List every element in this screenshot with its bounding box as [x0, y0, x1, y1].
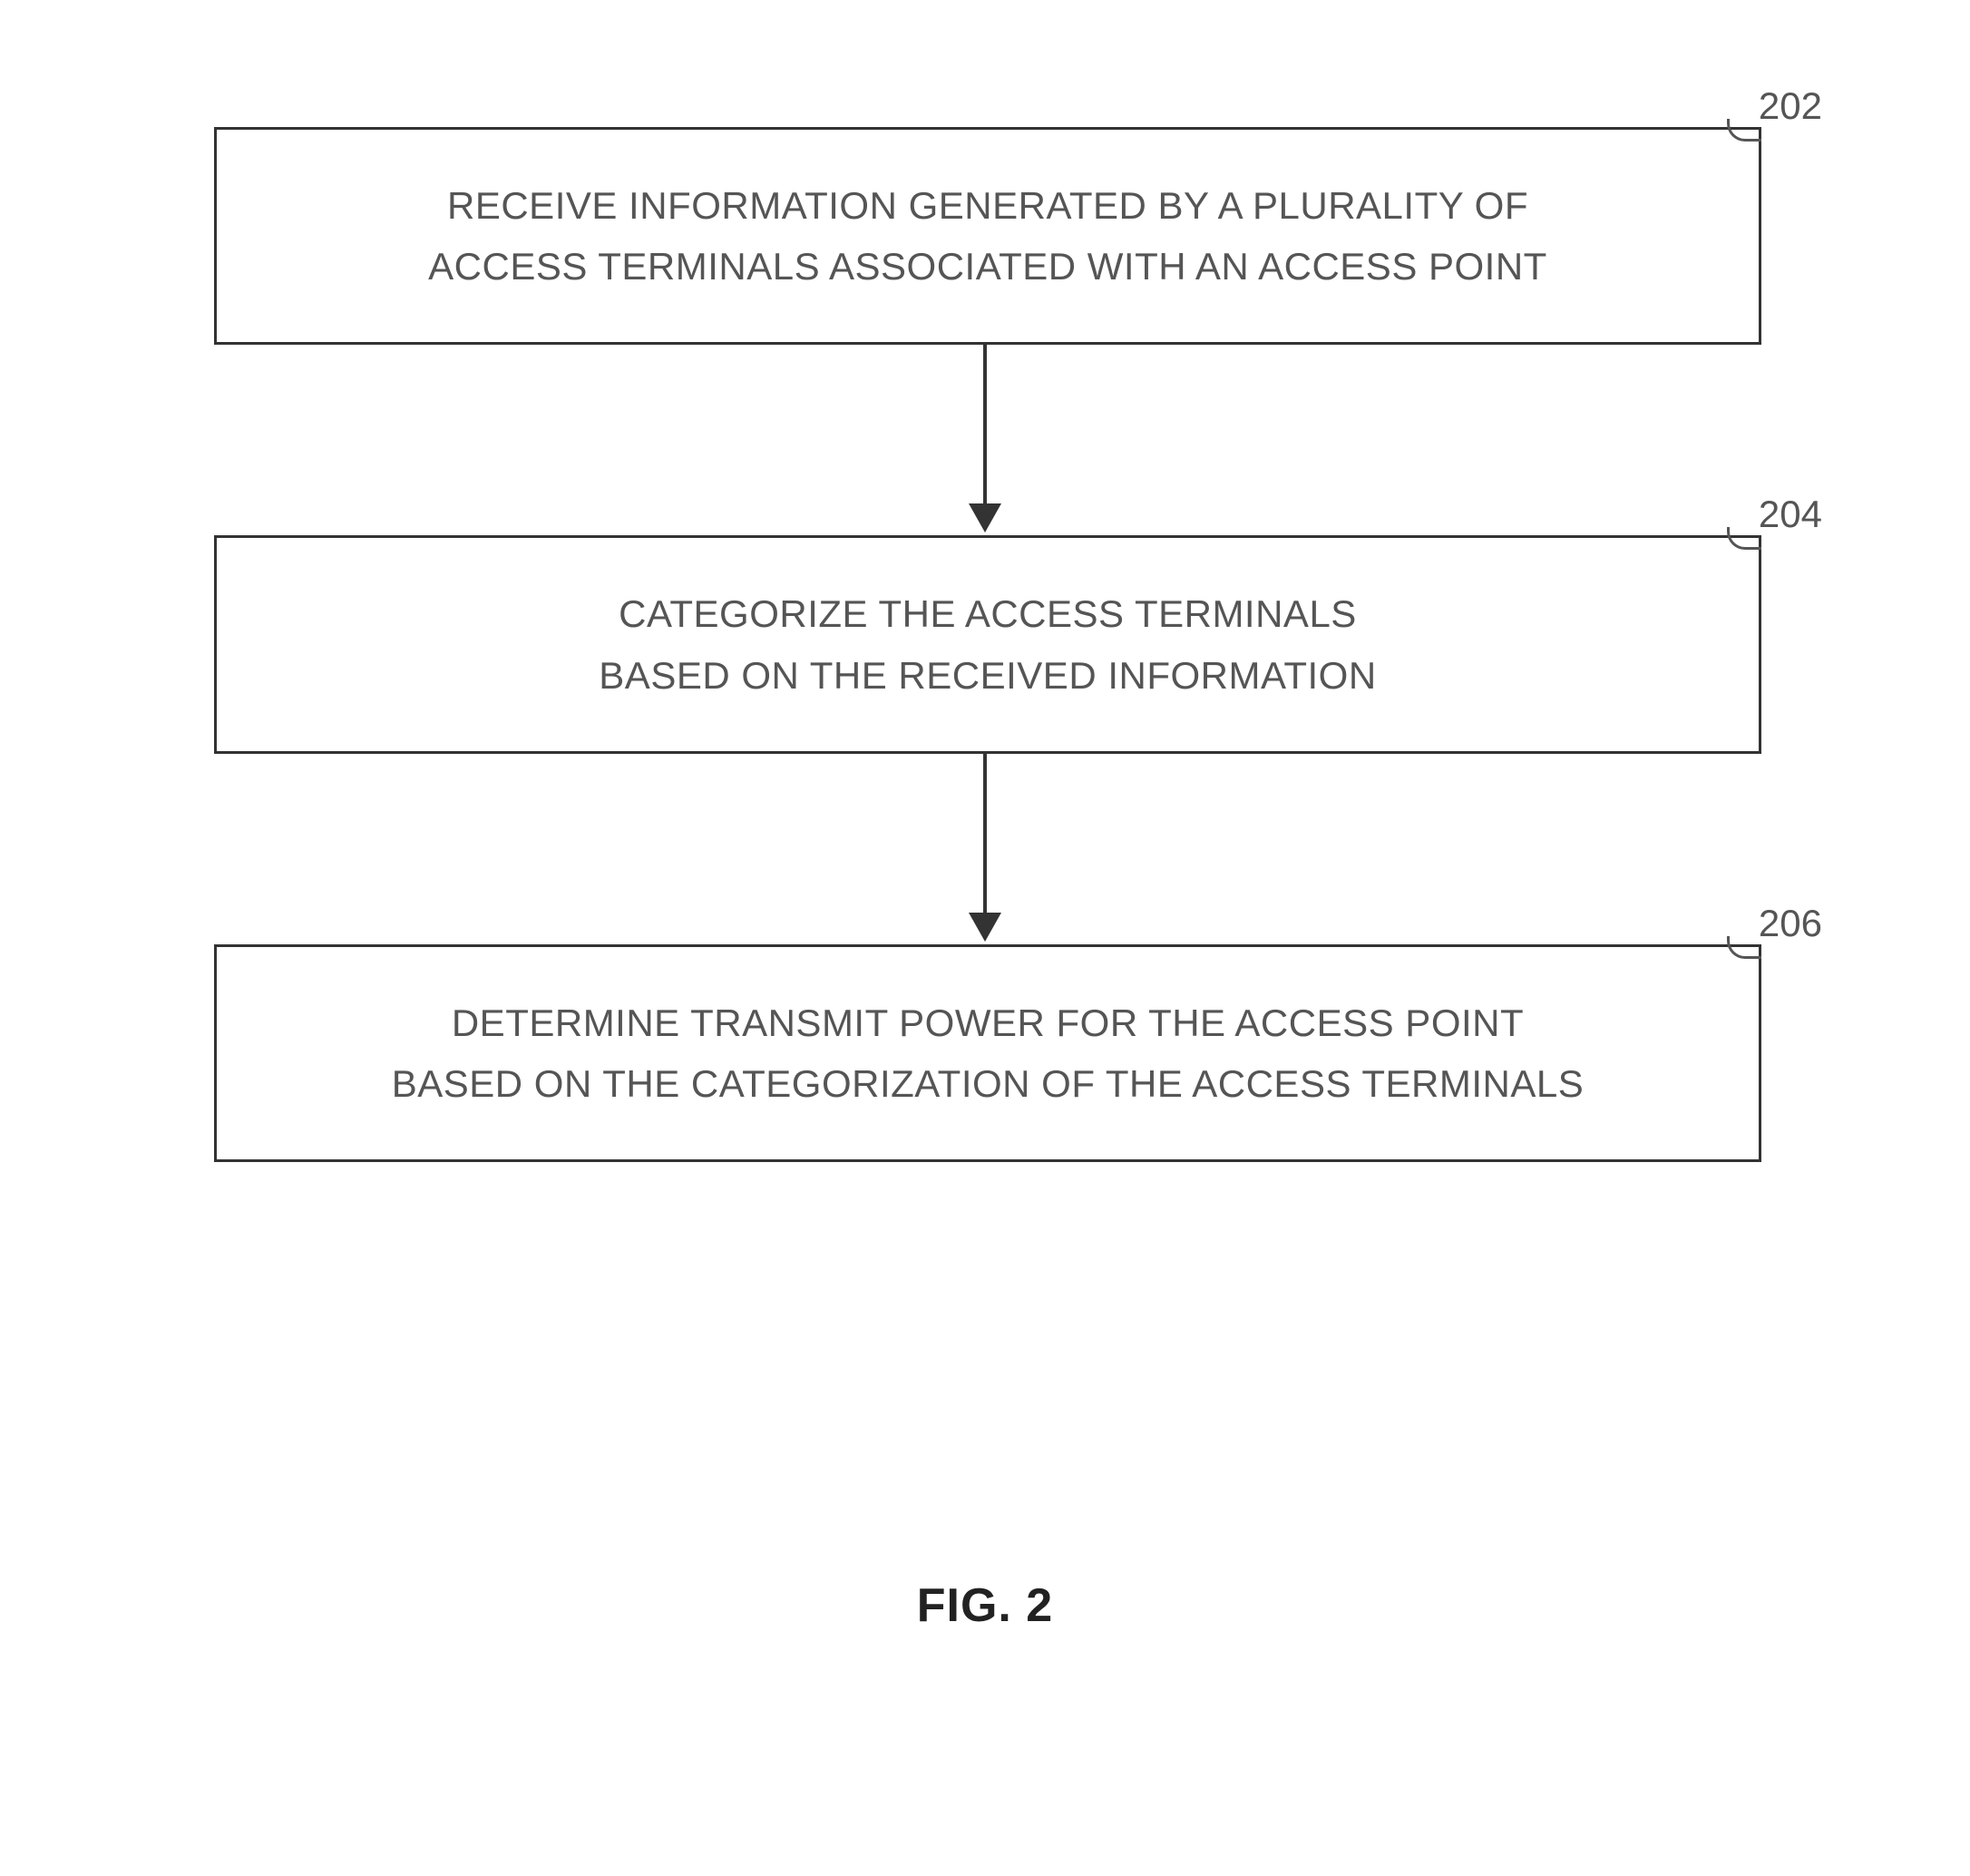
- step-line: RECEIVE INFORMATION GENERATED BY A PLURA…: [447, 184, 1528, 227]
- arrow-head-icon: [969, 503, 1001, 533]
- step-label: 202: [1759, 84, 1822, 128]
- arrow-line: [983, 754, 987, 917]
- flowchart: 202 RECEIVE INFORMATION GENERATED BY A P…: [214, 127, 1756, 1162]
- step-label: 204: [1759, 493, 1822, 536]
- arrow-line: [983, 345, 987, 508]
- arrow-head-icon: [969, 913, 1001, 942]
- step-line: DETERMINE TRANSMIT POWER FOR THE ACCESS …: [452, 1002, 1524, 1044]
- step-box-2: 204 CATEGORIZE THE ACCESS TERMINALS BASE…: [214, 535, 1761, 753]
- step-label: 206: [1759, 902, 1822, 945]
- step-text: DETERMINE TRANSMIT POWER FOR THE ACCESS …: [253, 992, 1722, 1114]
- figure-caption: FIG. 2: [917, 1578, 1053, 1633]
- step-line: BASED ON THE RECEIVED INFORMATION: [599, 654, 1376, 697]
- arrow: [214, 754, 1756, 944]
- step-box-1: 202 RECEIVE INFORMATION GENERATED BY A P…: [214, 127, 1761, 345]
- step-box-3: 206 DETERMINE TRANSMIT POWER FOR THE ACC…: [214, 944, 1761, 1162]
- step-line: BASED ON THE CATEGORIZATION OF THE ACCES…: [392, 1062, 1585, 1105]
- step-line: ACCESS TERMINALS ASSOCIATED WITH AN ACCE…: [428, 245, 1547, 288]
- arrow: [214, 345, 1756, 535]
- step-text: CATEGORIZE THE ACCESS TERMINALS BASED ON…: [253, 583, 1722, 705]
- step-text: RECEIVE INFORMATION GENERATED BY A PLURA…: [253, 175, 1722, 297]
- step-line: CATEGORIZE THE ACCESS TERMINALS: [619, 592, 1357, 635]
